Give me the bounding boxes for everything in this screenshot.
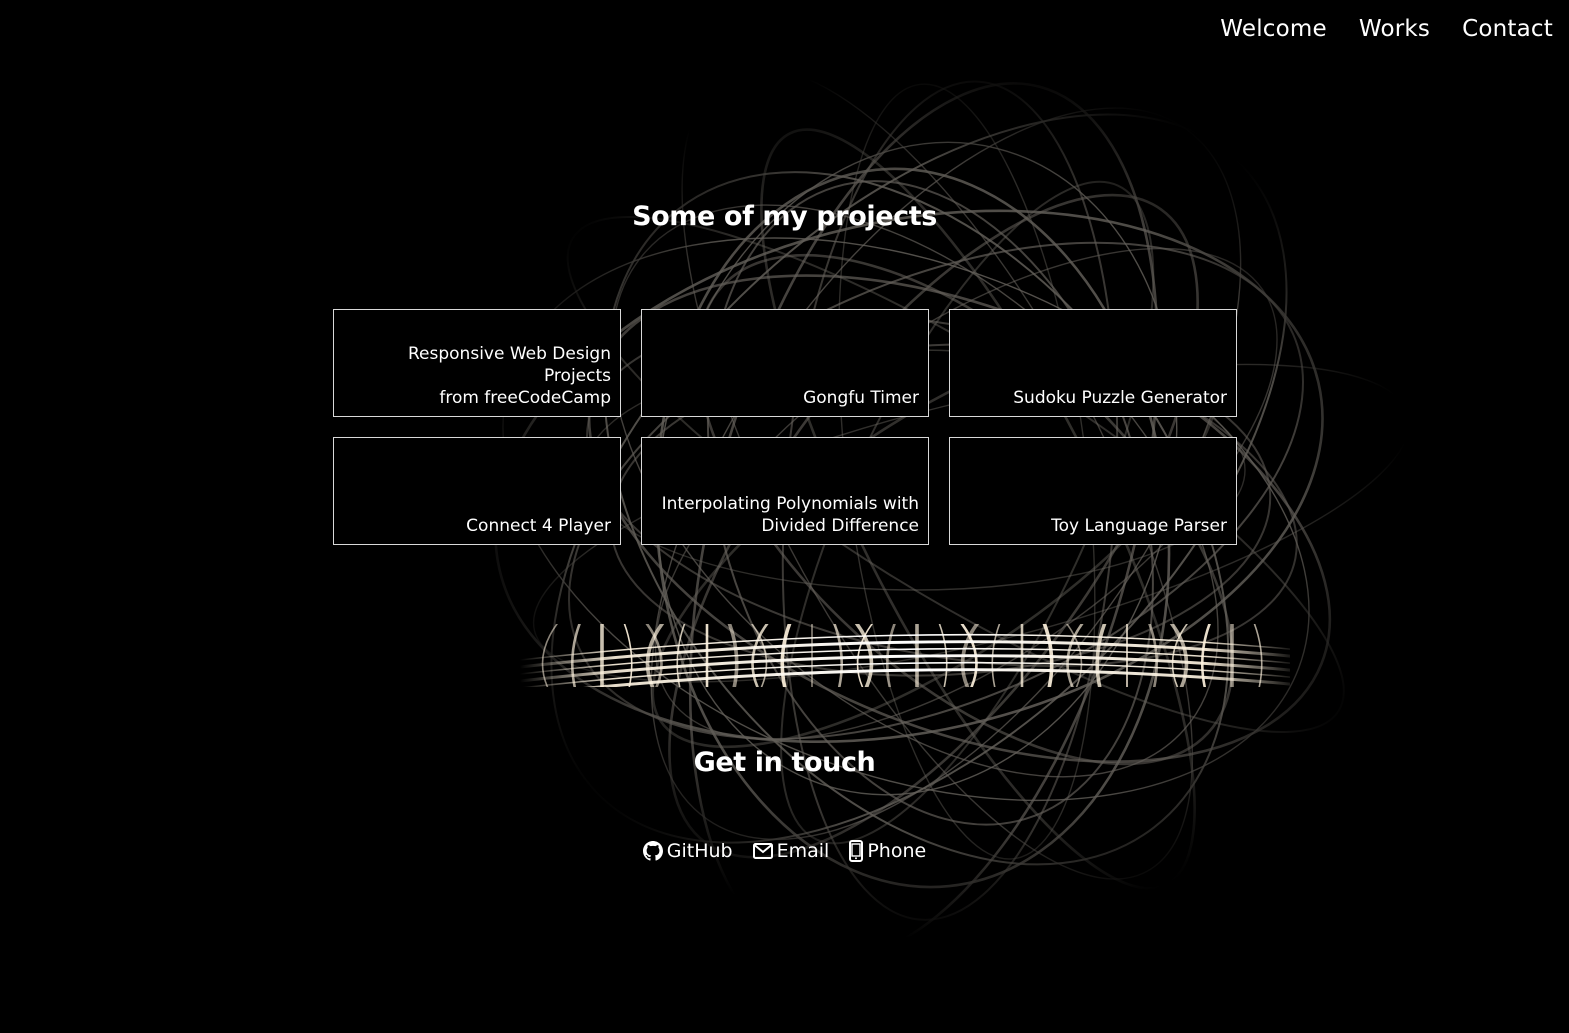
nav-link-works[interactable]: Works: [1359, 16, 1430, 42]
email-link[interactable]: Email: [752, 840, 830, 862]
nav-link-welcome[interactable]: Welcome: [1220, 16, 1327, 42]
projects-section-title: Some of my projects: [632, 201, 937, 232]
project-card-label: Responsive Web Design Projects from freeC…: [408, 344, 611, 408]
contact-links: GitHub Email Phone: [0, 840, 1569, 862]
project-card-label: Toy Language Parser: [1051, 516, 1227, 536]
project-card-gongfu-timer[interactable]: Gongfu Timer: [641, 309, 929, 417]
github-link[interactable]: GitHub: [642, 840, 733, 862]
light-trail-highlight-band: [519, 624, 1290, 687]
github-label: GitHub: [666, 840, 733, 862]
email-label: Email: [776, 840, 830, 862]
project-card-sudoku-generator[interactable]: Sudoku Puzzle Generator: [949, 309, 1237, 417]
projects-grid: Responsive Web Design Projects from freeC…: [333, 309, 1237, 545]
nav-link-contact[interactable]: Contact: [1462, 16, 1553, 42]
contact-section-title: Get in touch: [693, 747, 876, 778]
project-card-responsive-web-design[interactable]: Responsive Web Design Projects from freeC…: [333, 309, 621, 417]
project-card-connect-4[interactable]: Connect 4 Player: [333, 437, 621, 545]
phone-label: Phone: [867, 840, 927, 862]
project-card-label: Gongfu Timer: [803, 388, 919, 408]
project-card-label: Interpolating Polynomials with Divided Di…: [661, 494, 919, 536]
phone-link[interactable]: Phone: [849, 840, 926, 862]
top-navigation: Welcome Works Contact: [1220, 16, 1553, 42]
project-card-label: Sudoku Puzzle Generator: [1013, 388, 1227, 408]
project-card-interpolating-polynomials[interactable]: Interpolating Polynomials with Divided Di…: [641, 437, 929, 545]
envelope-icon: [752, 843, 773, 859]
github-icon: [642, 841, 663, 861]
mobile-phone-icon: [849, 840, 864, 862]
project-card-toy-language-parser[interactable]: Toy Language Parser: [949, 437, 1237, 545]
project-card-label: Connect 4 Player: [466, 516, 611, 536]
